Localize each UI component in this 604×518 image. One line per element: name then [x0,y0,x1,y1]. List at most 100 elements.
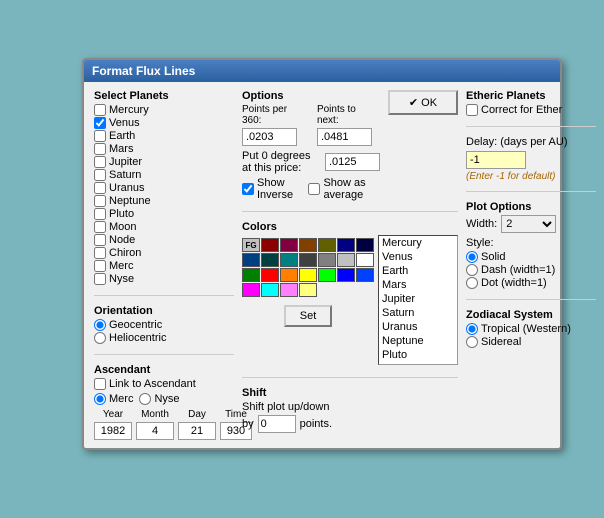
color-cell[interactable] [356,253,374,267]
venus-checkbox[interactable] [94,117,106,129]
style-solid-radio[interactable] [466,251,478,263]
color-cell[interactable] [299,283,317,297]
show-inverse[interactable]: Show Inverse [242,177,300,201]
uranus-checkbox[interactable] [94,182,106,194]
color-cell[interactable] [261,253,279,267]
color-cell[interactable] [356,238,374,252]
tropical-radio[interactable] [466,323,478,335]
planet-uranus[interactable]: Uranus [94,182,234,194]
style-dash-radio[interactable] [466,264,478,276]
geocentric-radio[interactable] [94,319,106,331]
correct-ether-checkbox[interactable] [466,104,478,116]
pluto-checkbox[interactable] [94,208,106,220]
asc-merc-radio[interactable] [94,393,106,405]
color-cell[interactable] [261,268,279,282]
style-dash[interactable]: Dash (width=1) [466,264,596,276]
put-0-input[interactable] [325,153,380,171]
moon-checkbox[interactable] [94,221,106,233]
planet-list-item[interactable]: Moon [379,362,457,365]
heliocentric-option[interactable]: Heliocentric [94,332,234,344]
planet-list-item[interactable]: Jupiter [379,292,457,306]
shift-input[interactable] [258,415,296,433]
planet-jupiter[interactable]: Jupiter [94,156,234,168]
planet-saturn[interactable]: Saturn [94,169,234,181]
color-cell[interactable] [280,253,298,267]
planet-moon[interactable]: Moon [94,221,234,233]
month-input[interactable] [136,422,174,440]
planet-merc[interactable]: Merc [94,260,234,272]
planet-list-item[interactable]: Venus [379,250,457,264]
show-average-checkbox[interactable] [308,183,320,195]
fg-cell[interactable]: FG [242,238,260,252]
mercury-checkbox[interactable] [94,104,106,116]
points-to-next-input[interactable] [317,128,372,146]
zodiacal-sidereal[interactable]: Sidereal [466,336,596,348]
year-input[interactable] [94,422,132,440]
planet-mercury[interactable]: Mercury [94,104,234,116]
sidereal-radio[interactable] [466,336,478,348]
jupiter-checkbox[interactable] [94,156,106,168]
color-cell[interactable] [318,238,336,252]
set-button[interactable]: Set [284,305,333,327]
planet-color-list[interactable]: Mercury Venus Earth Mars Jupiter Saturn … [378,235,458,365]
delay-input[interactable] [466,151,526,169]
planet-neptune[interactable]: Neptune [94,195,234,207]
planet-node[interactable]: Node [94,234,234,246]
color-cell[interactable] [261,238,279,252]
style-dot-radio[interactable] [466,277,478,289]
color-cell[interactable] [318,268,336,282]
planet-pluto[interactable]: Pluto [94,208,234,220]
neptune-checkbox[interactable] [94,195,106,207]
node-checkbox[interactable] [94,234,106,246]
nyse-checkbox[interactable] [94,273,106,285]
color-cell[interactable] [261,283,279,297]
chiron-checkbox[interactable] [94,247,106,259]
width-select[interactable]: 1 2 3 4 [501,215,556,233]
color-cell[interactable] [356,268,374,282]
points-per-360-input[interactable] [242,128,297,146]
color-cell[interactable] [337,238,355,252]
planet-list-item[interactable]: Mars [379,278,457,292]
show-average[interactable]: Show as average [308,177,380,201]
day-input[interactable] [178,422,216,440]
planet-venus[interactable]: Venus [94,117,234,129]
geocentric-option[interactable]: Geocentric [94,319,234,331]
zodiacal-tropical[interactable]: Tropical (Western) [466,323,596,335]
asc-nyse-option[interactable]: Nyse [139,393,179,405]
planet-list-item[interactable]: Saturn [379,306,457,320]
style-dot[interactable]: Dot (width=1) [466,277,596,289]
color-cell[interactable] [318,253,336,267]
saturn-checkbox[interactable] [94,169,106,181]
correct-ether[interactable]: Correct for Ether [466,104,596,116]
link-ascendant-checkbox[interactable] [94,378,106,390]
planet-list-item[interactable]: Pluto [379,348,457,362]
planet-list-item[interactable]: Earth [379,264,457,278]
color-cell[interactable] [280,283,298,297]
color-cell[interactable] [299,238,317,252]
color-cell[interactable] [280,268,298,282]
color-cell[interactable] [280,238,298,252]
color-cell[interactable] [337,268,355,282]
planet-earth[interactable]: Earth [94,130,234,142]
asc-merc-option[interactable]: Merc [94,393,133,405]
link-ascendant[interactable]: Link to Ascendant [94,378,196,390]
planet-nyse[interactable]: Nyse [94,273,234,285]
planet-list-item[interactable]: Neptune [379,334,457,348]
planet-list-item[interactable]: Uranus [379,320,457,334]
color-cell[interactable] [242,283,260,297]
mars-checkbox[interactable] [94,143,106,155]
planet-mars[interactable]: Mars [94,143,234,155]
planet-list-item[interactable]: Mercury [379,236,457,250]
color-cell[interactable] [242,253,260,267]
earth-checkbox[interactable] [94,130,106,142]
style-solid[interactable]: Solid [466,251,596,263]
merc-checkbox[interactable] [94,260,106,272]
ok-button[interactable]: ✔ OK [388,90,458,115]
color-cell[interactable] [299,268,317,282]
heliocentric-radio[interactable] [94,332,106,344]
color-cell[interactable] [242,268,260,282]
show-inverse-checkbox[interactable] [242,183,254,195]
color-cell[interactable] [337,253,355,267]
color-cell[interactable] [299,253,317,267]
asc-nyse-radio[interactable] [139,393,151,405]
